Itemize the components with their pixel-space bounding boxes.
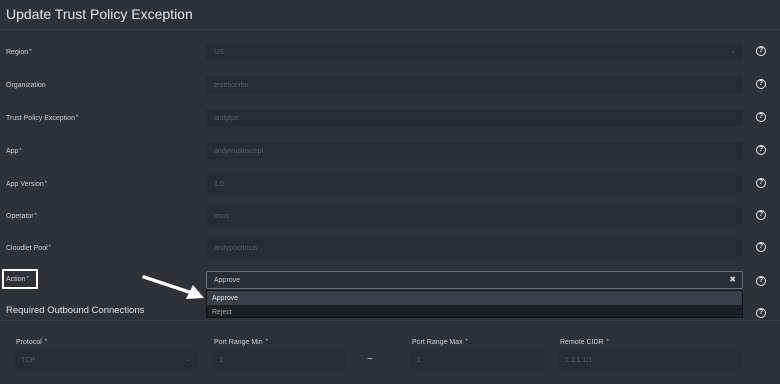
port-range-min-label: Port Range Min * xyxy=(214,339,268,346)
region-row: Region* US ⌄ ? xyxy=(0,43,780,67)
help-icon[interactable]: ? xyxy=(756,145,766,155)
chevron-down-icon: ⌄ xyxy=(185,357,191,363)
help-icon[interactable]: ? xyxy=(756,210,766,220)
help-icon[interactable]: ? xyxy=(756,242,766,252)
remote-cidr-value: 1.1.1.1/1 xyxy=(565,357,593,364)
port-range-max-value: 1 xyxy=(417,357,421,364)
help-icon[interactable]: ? xyxy=(756,308,766,318)
trust-policy-exception-field[interactable]: andytpe xyxy=(206,109,743,127)
action-dropdown-menu: Approve Reject xyxy=(206,290,743,318)
help-icon[interactable]: ? xyxy=(756,112,766,122)
dropdown-option-reject[interactable]: Reject xyxy=(207,305,742,319)
annotation-arrow-icon xyxy=(142,275,204,299)
clear-icon[interactable]: ✖ xyxy=(729,275,736,284)
app-version-row: App Version* 1.0 ? xyxy=(0,175,780,199)
action-label: Action* xyxy=(6,276,29,283)
cloudlet-pool-field[interactable]: andypooltmus xyxy=(206,239,743,257)
cloudlet-pool-row: Cloudlet Pool* andypooltmus ? xyxy=(0,239,780,263)
page-title: Update Trust Policy Exception xyxy=(6,6,193,22)
protocol-label: Protocol * xyxy=(16,339,47,346)
trust-policy-exception-label: Trust Policy Exception* xyxy=(6,115,79,122)
app-value: andytrustexcept xyxy=(214,148,264,155)
app-field[interactable]: andytrustexcept xyxy=(206,142,743,160)
organization-field[interactable]: testmonitor xyxy=(206,76,743,94)
help-icon[interactable]: ? xyxy=(756,79,766,89)
app-label: App* xyxy=(6,148,22,155)
form-header: Update Trust Policy Exception xyxy=(0,0,780,30)
remote-cidr-label: Remote CIDR * xyxy=(560,339,609,346)
trust-policy-exception-value: andytpe xyxy=(214,115,239,122)
chevron-down-icon: ⌄ xyxy=(730,49,736,55)
port-range-max-label: Port Range Max * xyxy=(412,339,468,346)
region-label: Region* xyxy=(6,49,32,56)
app-row: App* andytrustexcept ? xyxy=(0,142,780,166)
operator-row: Operator* tmus ? xyxy=(0,207,780,231)
port-range-min-value: 1 xyxy=(219,357,223,364)
cloudlet-pool-label: Cloudlet Pool* xyxy=(6,245,51,252)
dropdown-option-approve[interactable]: Approve xyxy=(207,291,742,305)
trust-policy-exception-row: Trust Policy Exception* andytpe ? xyxy=(0,109,780,133)
cloudlet-pool-value: andypooltmus xyxy=(214,245,258,252)
organization-row: Organization testmonitor ? xyxy=(0,76,780,100)
app-version-label: App Version* xyxy=(6,181,48,188)
operator-label: Operator* xyxy=(6,213,37,220)
remote-cidr-field[interactable]: 1.1.1.1/1 xyxy=(558,351,741,369)
section-divider xyxy=(0,320,780,321)
protocol-value: TCP xyxy=(21,357,35,364)
operator-field[interactable]: tmus xyxy=(206,207,743,225)
operator-value: tmus xyxy=(214,213,230,220)
action-value: Approve xyxy=(214,277,241,284)
app-version-value: 1.0 xyxy=(214,181,224,188)
port-range-max-field[interactable]: 1 xyxy=(410,351,544,369)
port-range-min-field[interactable]: 1 xyxy=(212,351,346,369)
section-title: Required Outbound Connections xyxy=(6,305,145,316)
organization-label: Organization xyxy=(6,82,46,89)
region-value: US xyxy=(214,49,224,56)
range-separator: ~ xyxy=(367,354,373,365)
help-icon[interactable]: ? xyxy=(756,276,766,286)
help-icon[interactable]: ? xyxy=(756,178,766,188)
action-select[interactable]: Approve ✖ xyxy=(206,271,743,289)
protocol-select[interactable]: TCP ⌄ xyxy=(14,351,198,369)
organization-value: testmonitor xyxy=(214,82,249,89)
region-select[interactable]: US ⌄ xyxy=(206,43,743,61)
app-version-field[interactable]: 1.0 xyxy=(206,175,743,193)
help-icon[interactable]: ? xyxy=(756,46,766,56)
